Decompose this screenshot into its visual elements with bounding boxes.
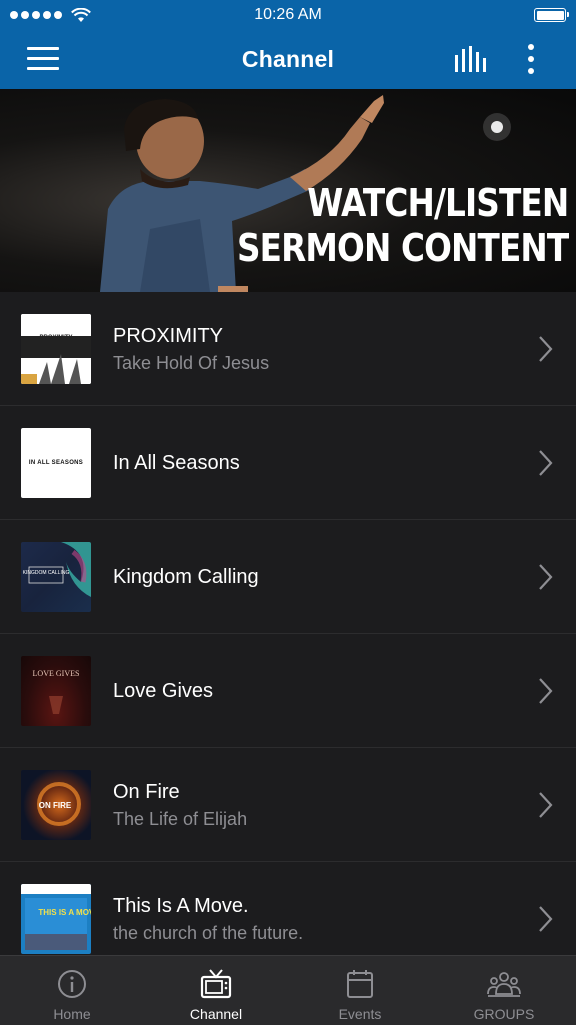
list-item[interactable]: KINGDOM CALLING Kingdom Calling [0,520,576,634]
thumb-text: LOVE GIVES [33,669,80,678]
chevron-right-icon [539,678,553,704]
series-thumbnail: LOVE GIVES [21,656,91,726]
tv-icon [200,969,232,999]
thumb-text: IN ALL SEASONS [28,460,84,466]
item-subtitle: the church of the future. [113,923,304,943]
tab-label: Home [53,1006,91,1022]
tab-events[interactable]: Events [288,956,432,1025]
item-title: PROXIMITY [113,325,224,347]
list-item[interactable]: LOVE GIVES Love Gives [0,634,576,748]
tab-bar: Home Channel Events GROUPS [0,955,576,1025]
page-title: Channel [241,46,335,72]
item-title: This Is A Move. [113,895,249,917]
item-title: On Fire [113,781,180,803]
chevron-right-icon [539,906,553,932]
item-title: Kingdom Calling [113,566,259,588]
item-subtitle: Take Hold Of Jesus [113,353,270,373]
list-item[interactable]: ON FIRE On Fire The Life of Elijah [0,748,576,862]
chevron-right-icon [539,336,553,362]
thumb-text: KINGDOM CALLING [23,570,70,576]
item-subtitle: The Life of Elijah [113,809,248,829]
list-item[interactable]: PROXIMITY PROXIMITY Take Hold Of Jesus [0,292,576,406]
nav-bar: Channel [0,30,576,89]
hero-banner[interactable]: WATCH/LISTEN SERMON CONTENT [0,89,576,292]
chevron-right-icon [539,792,553,818]
series-thumbnail: IN ALL SEASONS [21,428,91,498]
info-icon [58,970,86,998]
hero-title: WATCH/LISTEN SERMON CONTENT [236,181,569,271]
hero-line-2: SERMON CONTENT [236,226,569,270]
item-title: Love Gives [113,680,214,702]
chevron-right-icon [539,450,553,476]
series-thumbnail: PROXIMITY [21,314,91,384]
tab-label: GROUPS [473,1006,535,1022]
tab-home[interactable]: Home [0,956,144,1025]
thumb-text: ON FIRE [39,801,72,810]
audio-bars-icon[interactable] [455,46,487,72]
groups-icon [487,972,521,997]
channel-list: PROXIMITY PROXIMITY Take Hold Of Jesus I… [0,292,576,976]
status-bar: 10:26 AM [0,0,576,30]
list-item[interactable]: IN ALL SEASONS In All Seasons [0,406,576,520]
more-vertical-icon[interactable] [521,43,541,75]
tab-groups[interactable]: GROUPS [432,956,576,1025]
chevron-right-icon [539,564,553,590]
hero-line-1: WATCH/LISTEN [306,181,569,225]
thumb-text: THIS IS A MOVE [38,908,91,917]
tab-label: Channel [189,1006,243,1022]
tab-channel[interactable]: Channel [144,956,288,1025]
series-thumbnail: ON FIRE [21,770,91,840]
series-thumbnail: THIS IS A MOVE [21,884,91,954]
status-time: 10:26 AM [254,6,322,23]
battery-icon [534,8,569,22]
tab-label: Events [338,1006,382,1022]
thumb-text: PROXIMITY [39,335,72,341]
item-title: In All Seasons [113,452,240,474]
calendar-icon [347,970,373,998]
series-thumbnail: KINGDOM CALLING [21,542,91,612]
